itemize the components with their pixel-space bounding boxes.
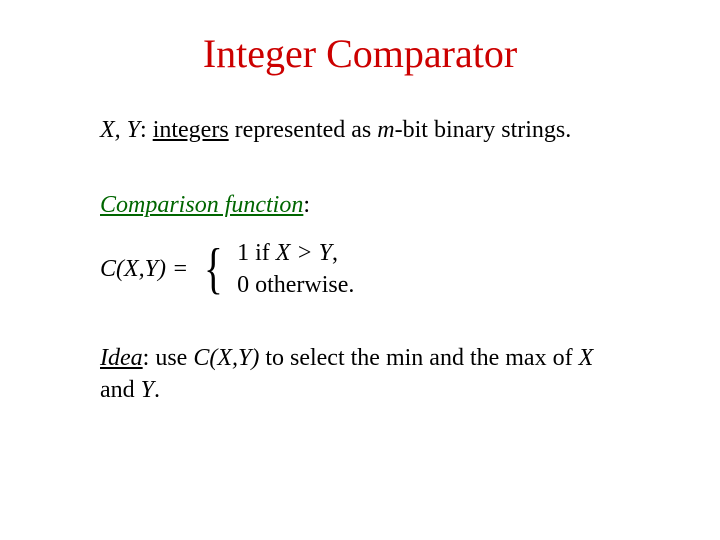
function-lhs: C(X,Y) = [100,256,188,283]
case-2: 0 otherwise. [237,269,354,301]
vars-xy: X, Y [100,117,140,143]
idea-line: Idea: use C(X,Y) to select the min and t… [100,342,620,407]
idea-colon: : use [143,345,194,371]
slide: Integer Comparator X, Y: integers repres… [0,0,720,540]
colon: : [140,117,153,143]
idea-y: Y [141,377,154,403]
comparison-function-heading: Comparison function: [100,192,620,219]
idea-and: and [100,377,141,403]
idea-x: X [579,345,594,371]
integers-word: integers [153,117,229,143]
m-var: m [377,117,394,143]
case2-value: 0 [237,272,249,298]
slide-title: Integer Comparator [100,30,620,77]
idea-period: . [154,377,160,403]
case1-comma: , [332,240,338,266]
idea-label: Idea [100,345,143,371]
heading-text: Comparison function [100,192,303,218]
rest2: -bit binary strings. [395,117,572,143]
case1-if: if [249,240,276,266]
case2-text: otherwise. [249,272,354,298]
function-cases: 1 if X > Y, 0 otherwise. [237,237,354,302]
function-definition: C(X,Y) = { 1 if X > Y, 0 otherwise. [100,237,620,302]
case-1: 1 if X > Y, [237,237,354,269]
heading-colon: : [303,192,310,218]
case1-value: 1 [237,240,249,266]
idea-cxy: C(X,Y) [193,345,259,371]
definition-line: X, Y: integers represented as m-bit bina… [100,117,620,144]
rest1: represented as [229,117,378,143]
brace-icon: { [204,241,223,297]
idea-mid: to select the min and the max of [259,345,578,371]
case1-cond: X > Y [276,240,332,266]
